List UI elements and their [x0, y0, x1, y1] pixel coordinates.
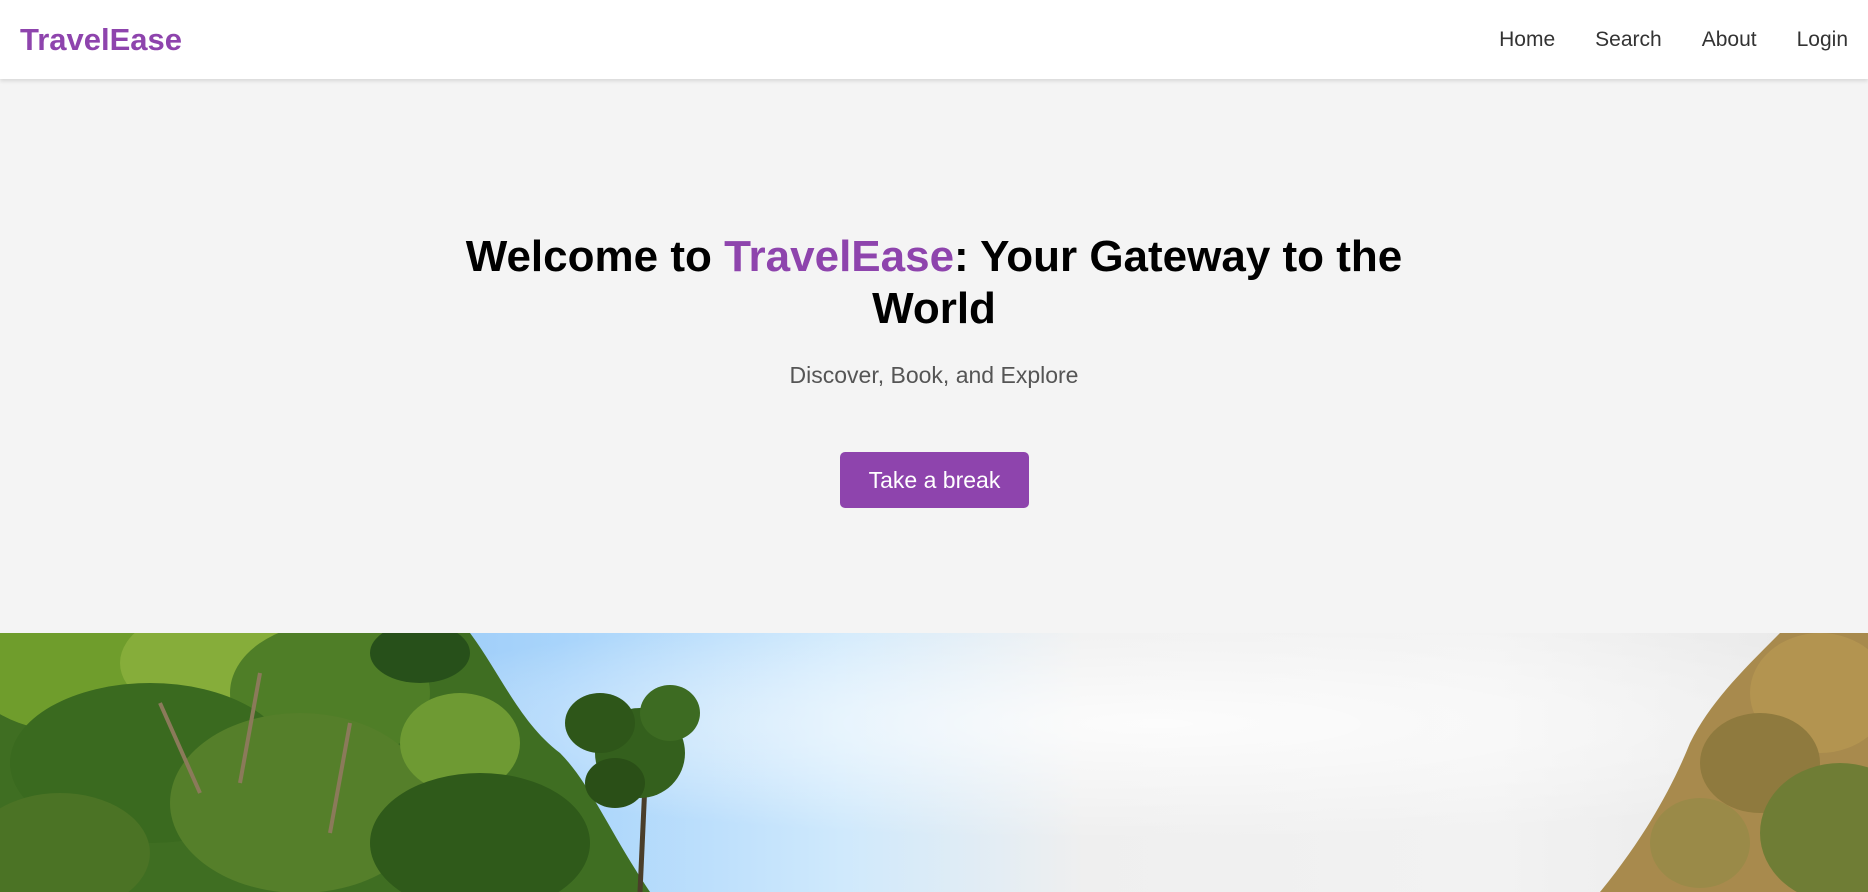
nav-links: Home Search About Login: [1499, 28, 1848, 52]
navbar: TravelEase Home Search About Login: [0, 0, 1868, 79]
nav-about-link[interactable]: About: [1702, 28, 1757, 52]
hero-title: Welcome to TravelEase: Your Gateway to t…: [434, 231, 1434, 335]
hero-section: Welcome to TravelEase: Your Gateway to t…: [0, 79, 1868, 633]
scenery-image: [0, 633, 1868, 892]
hero-subtitle: Discover, Book, and Explore: [789, 362, 1079, 388]
hero-title-brand: TravelEase: [724, 232, 955, 281]
take-a-break-button[interactable]: Take a break: [840, 452, 1029, 508]
brand-logo[interactable]: TravelEase: [20, 22, 182, 58]
hero-title-prefix: Welcome to: [465, 232, 725, 281]
nav-home-link[interactable]: Home: [1499, 28, 1555, 52]
nav-login-link[interactable]: Login: [1797, 28, 1848, 52]
nav-search-link[interactable]: Search: [1595, 28, 1662, 52]
forest-sky-illustration: [0, 633, 1868, 892]
